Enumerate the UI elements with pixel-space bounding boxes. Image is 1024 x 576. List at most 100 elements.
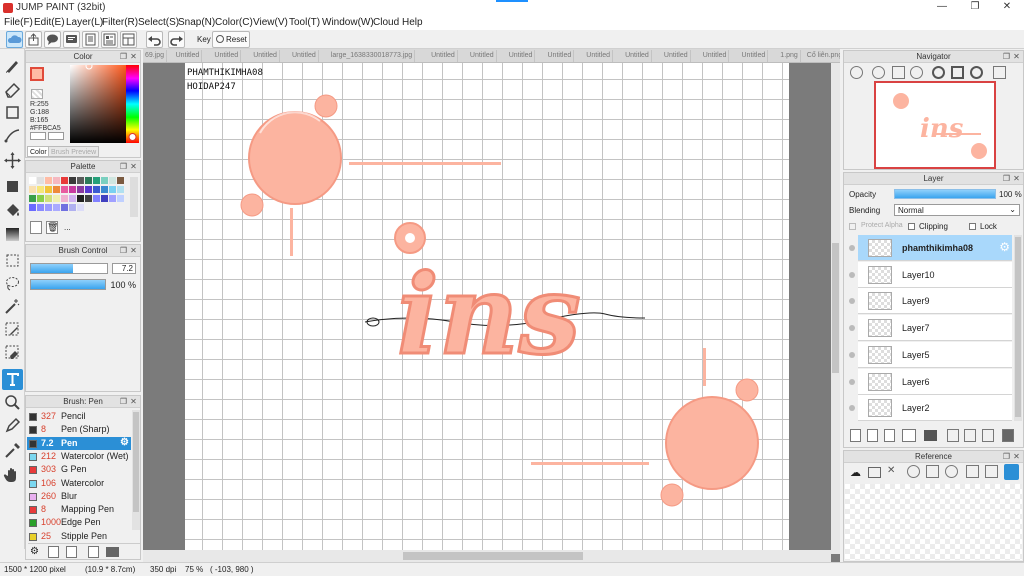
brush-document-icon[interactable] — [88, 546, 99, 558]
operation-tool[interactable] — [2, 392, 23, 413]
panel-restore-icon[interactable]: ❐ — [1002, 52, 1011, 61]
palette-color-swatch[interactable] — [117, 195, 124, 202]
zoom-out-icon[interactable] — [910, 66, 923, 79]
menu-cloud[interactable]: Cloud — [373, 17, 399, 28]
brush-settings-gear-icon[interactable]: ⚙ — [120, 437, 129, 448]
copy-brush-icon[interactable] — [66, 546, 77, 558]
menu-tool[interactable]: Tool(T) — [289, 17, 320, 28]
palette-color-swatch[interactable] — [93, 195, 100, 202]
lasso-tool[interactable] — [2, 273, 23, 294]
menu-file[interactable]: File(F) — [4, 17, 33, 28]
palette-color-swatch[interactable] — [45, 195, 52, 202]
rectangle-tool[interactable] — [2, 102, 23, 123]
panel-close-icon[interactable]: ✕ — [129, 246, 138, 255]
panel-close-icon[interactable]: ✕ — [129, 52, 138, 61]
tab-brush-preview[interactable]: Brush Preview — [48, 146, 100, 157]
panel-restore-icon[interactable]: ❐ — [119, 162, 128, 171]
palette-color-swatch[interactable] — [29, 177, 36, 184]
file-tab[interactable]: 1.png — [778, 50, 801, 62]
layer-menu-icon[interactable] — [902, 429, 916, 442]
lock-checkbox[interactable] — [969, 223, 976, 230]
menu-view[interactable]: View(V) — [253, 17, 288, 28]
brush-size-slider[interactable] — [30, 263, 108, 274]
ref-eyedropper-icon[interactable] — [966, 465, 979, 478]
file-tab[interactable]: Untitled — [174, 50, 203, 62]
menu-layer[interactable]: Layer(L) — [66, 17, 103, 28]
blending-select[interactable]: Normal ⌄ — [894, 204, 1020, 216]
ref-zoom-out-icon[interactable] — [945, 465, 958, 478]
canvas-paper[interactable]: PHAMTHIKIMHA08 HOIDAP247 ins — [185, 63, 789, 554]
brush-list-scrollbar[interactable] — [132, 410, 140, 530]
palette-color-swatch[interactable] — [93, 186, 100, 193]
layer-list-scrollbar[interactable] — [1014, 235, 1022, 421]
ref-fit-icon[interactable] — [926, 465, 939, 478]
palette-color-swatch[interactable] — [85, 177, 92, 184]
rotate-right-icon[interactable] — [970, 66, 983, 79]
palette-color-swatch[interactable] — [117, 177, 124, 184]
merge-layer-icon[interactable] — [964, 429, 976, 442]
new-palette-icon[interactable] — [30, 221, 42, 234]
gradient-tool[interactable] — [2, 224, 23, 245]
canvas-vertical-scrollbar[interactable] — [831, 63, 840, 554]
layer-row[interactable]: Layer7 — [858, 315, 1012, 342]
panel-close-icon[interactable]: ✕ — [129, 397, 138, 406]
layer-folder-icon[interactable] — [924, 430, 937, 441]
layer-row[interactable]: Layer6 — [858, 368, 1012, 395]
file-tab[interactable]: Untitled — [623, 50, 652, 62]
rotate-left-icon[interactable] — [932, 66, 945, 79]
file-tab[interactable]: Untitled — [546, 50, 575, 62]
panel-close-icon[interactable]: ✕ — [129, 162, 138, 171]
palette-color-swatch[interactable] — [53, 195, 60, 202]
line-tool[interactable] — [2, 125, 23, 146]
delete-layer-icon[interactable] — [1002, 429, 1014, 442]
brush-item[interactable]: 8 Pen (Sharp) — [27, 423, 131, 436]
foreground-color-swatch[interactable] — [30, 67, 44, 81]
undo-button[interactable] — [146, 31, 163, 48]
text-tool[interactable] — [2, 369, 23, 390]
palette-color-swatch[interactable] — [45, 177, 52, 184]
palette-color-swatch[interactable] — [37, 177, 44, 184]
select-eraser-tool[interactable] — [2, 342, 23, 363]
layer-visibility-icon[interactable] — [849, 351, 855, 358]
open-folder-icon[interactable] — [868, 467, 881, 478]
tab-color[interactable]: Color — [27, 146, 50, 157]
close-reference-icon[interactable]: ✕ — [887, 465, 895, 476]
brush-item[interactable]: 8 Mapping Pen — [27, 503, 131, 516]
palette-color-swatch[interactable] — [93, 177, 100, 184]
maximize-button[interactable]: ❐ — [960, 1, 990, 15]
file-tab[interactable]: Untitled — [212, 50, 242, 62]
file-tab[interactable]: Untitled — [740, 50, 769, 62]
palette-color-swatch[interactable] — [53, 204, 60, 211]
brush-item[interactable]: 106 Watercolor — [27, 477, 131, 490]
eraser-tool[interactable] — [2, 79, 23, 100]
reference-canvas[interactable] — [845, 484, 1022, 560]
palette-color-swatch[interactable] — [109, 195, 116, 202]
file-tab[interactable]: Untitled — [662, 50, 691, 62]
layer-row[interactable]: Layer10 — [858, 261, 1012, 288]
palette-color-swatch[interactable] — [37, 186, 44, 193]
eyedropper-tool[interactable] — [2, 440, 23, 461]
reset-view-icon[interactable] — [951, 66, 964, 79]
menu-help[interactable]: Help — [402, 17, 423, 28]
palette-color-swatch[interactable] — [109, 186, 116, 193]
panels-button[interactable] — [120, 31, 137, 48]
layer-visibility-icon[interactable] — [849, 298, 855, 305]
palette-color-swatch[interactable] — [53, 186, 60, 193]
file-tab[interactable]: large_1638330018773.jpg — [329, 50, 416, 62]
menu-snap[interactable]: Snap(N) — [178, 17, 215, 28]
layer-visibility-icon[interactable] — [849, 405, 855, 412]
new-brush-icon[interactable] — [48, 546, 59, 558]
layer-visibility-icon[interactable] — [849, 271, 855, 278]
share-button[interactable] — [25, 31, 42, 48]
palette-color-swatch[interactable] — [37, 204, 44, 211]
vertical-scroll-thumb[interactable] — [832, 243, 839, 373]
new-raster-layer-icon[interactable] — [867, 429, 878, 442]
hand-tool[interactable] — [2, 465, 23, 486]
redo-button[interactable] — [168, 31, 185, 48]
brush-item[interactable]: 327 Pencil — [27, 410, 131, 423]
new-layer-icon[interactable] — [850, 429, 861, 442]
menu-filter[interactable]: Filter(R) — [102, 17, 138, 28]
palette-color-swatch[interactable] — [45, 204, 52, 211]
minimize-button[interactable]: — — [927, 1, 957, 15]
select-pen-tool[interactable] — [2, 319, 23, 340]
